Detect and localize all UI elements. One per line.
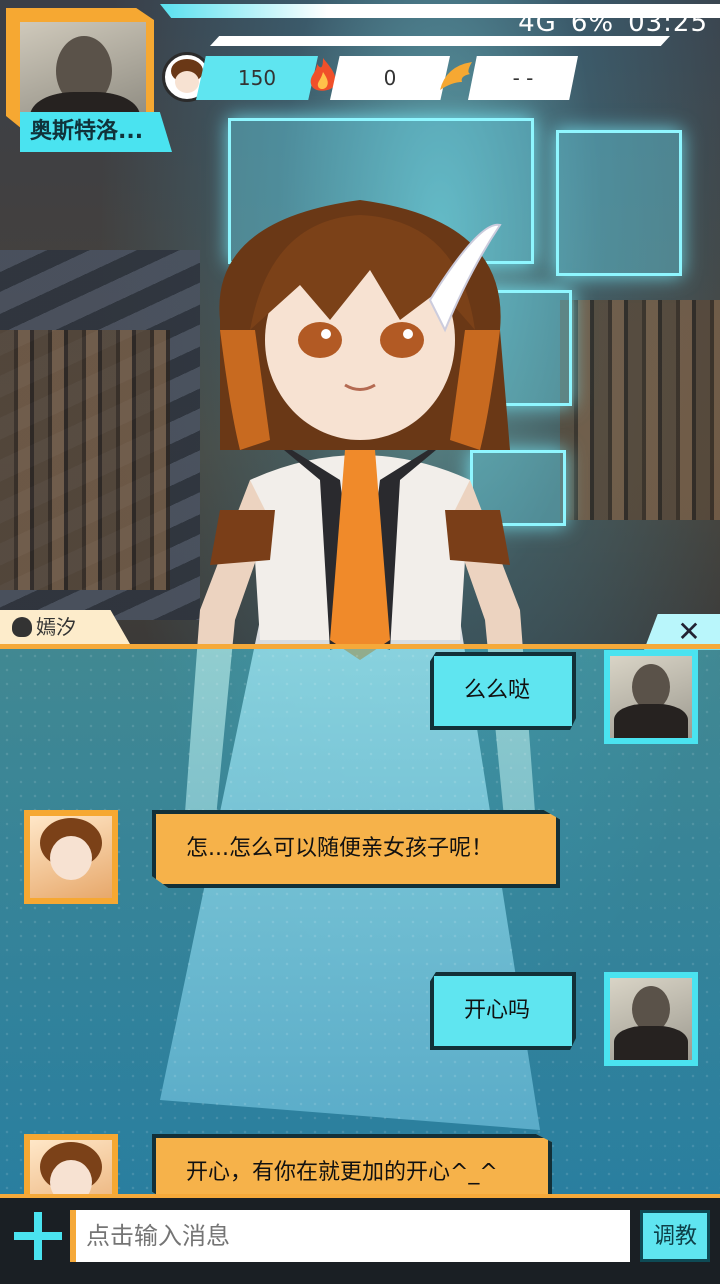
input-bar: 调教 [0, 1194, 720, 1284]
clock: 03:25 [628, 8, 708, 38]
message-bubble-outgoing: 么么哒 [430, 652, 576, 730]
message-text: 么么哒 [464, 678, 531, 703]
message-input[interactable] [70, 1210, 630, 1262]
message-bubble-incoming: 怎...怎么可以随便亲女孩子呢！ [152, 810, 560, 888]
player-chat-avatar[interactable] [604, 650, 698, 744]
message-text: 开心吗 [464, 998, 531, 1023]
player-chat-avatar[interactable] [604, 972, 698, 1066]
companion-chat-avatar[interactable] [24, 1134, 118, 1194]
status-bar: 4G 6% 03:25 [518, 8, 708, 38]
player-name-tag[interactable]: 奥斯特洛... [20, 112, 172, 152]
bookshelf-right [560, 300, 720, 520]
fire-counter: 0 [330, 56, 450, 100]
message-text: 怎...怎么可以随便亲女孩子呢！ [186, 836, 493, 861]
player-portrait [20, 22, 146, 124]
train-button[interactable]: 调教 [640, 1210, 710, 1262]
companion-chat-avatar[interactable] [24, 810, 118, 904]
network-indicator: 4G [518, 8, 557, 38]
speaker-name: 嫣汐 [36, 615, 76, 639]
message-bubble-outgoing: 开心吗 [430, 972, 576, 1050]
plus-icon[interactable] [14, 1212, 62, 1260]
wing-counter: - - [468, 56, 578, 100]
battery-level: 6% [570, 8, 615, 38]
speaker-avatar-icon [12, 617, 32, 637]
coins-counter: 150 [196, 56, 318, 100]
speaker-tag: 嫣汐 [0, 610, 130, 644]
player-avatar[interactable] [6, 8, 154, 128]
message-bubble-incoming: 开心，有你在就更加的开心^_^ [152, 1134, 552, 1202]
